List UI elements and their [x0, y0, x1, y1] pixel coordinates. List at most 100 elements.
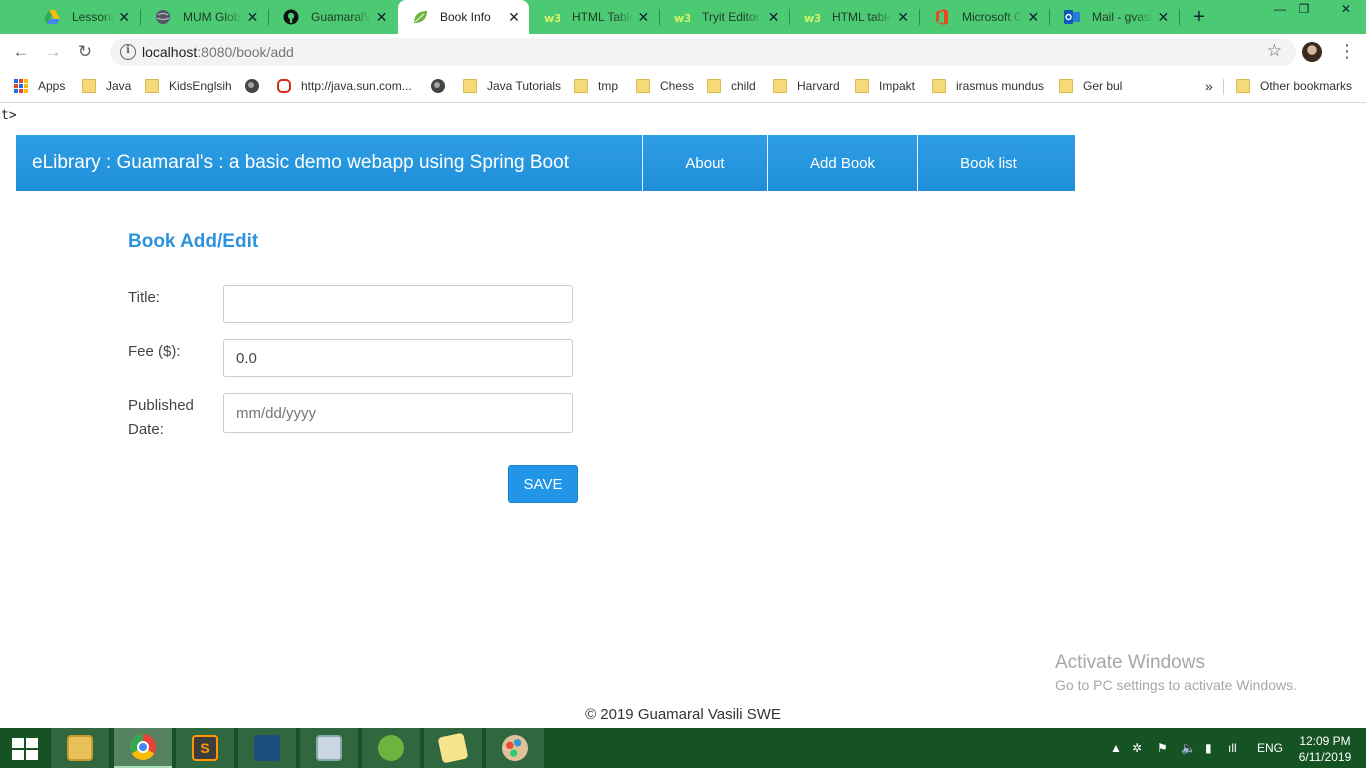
taskbar-sticky-notes[interactable]	[424, 728, 482, 768]
w3schools-icon: w3	[544, 9, 560, 25]
browser-menu-icon[interactable]: ⋮	[1338, 42, 1356, 62]
clock-date: 6/11/2019	[1298, 750, 1352, 764]
close-icon[interactable]: ✕	[1027, 10, 1040, 24]
new-tab-button[interactable]: +	[1189, 7, 1209, 27]
tab-html-table-1[interactable]: w3 HTML Table ✕	[530, 0, 658, 34]
bookmarks-divider	[1223, 79, 1224, 95]
chrome-icon	[130, 734, 156, 760]
folder-icon	[855, 79, 869, 93]
profile-avatar[interactable]	[1302, 42, 1322, 62]
bookmark-apps[interactable]: Apps	[14, 77, 65, 95]
close-icon[interactable]: ✕	[896, 10, 910, 24]
site-brand[interactable]: eLibrary : Guamaral's : a basic demo web…	[32, 152, 569, 174]
folder-icon	[636, 79, 650, 93]
restore-button[interactable]: ❐	[1288, 2, 1320, 20]
nav-about[interactable]: About	[642, 135, 767, 191]
site-navbar: eLibrary : Guamaral's : a basic demo web…	[16, 135, 1075, 191]
bookmark-star-icon[interactable]: ☆	[1267, 41, 1282, 61]
close-icon[interactable]: ✕	[767, 10, 780, 24]
page-footer: © 2019 Guamaral Vasili SWE	[585, 706, 781, 723]
bookmark-globe-2[interactable]	[431, 77, 455, 95]
svg-text:w3: w3	[804, 12, 820, 23]
taskbar-performance-monitor[interactable]	[300, 728, 358, 768]
title-input[interactable]	[223, 285, 573, 323]
spring-tool-suite-icon	[378, 735, 404, 761]
close-icon[interactable]: ✕	[246, 10, 259, 24]
taskbar-paint[interactable]	[486, 728, 544, 768]
close-icon[interactable]: ✕	[375, 10, 388, 24]
network-security-icon[interactable]: ✲	[1132, 728, 1142, 768]
bookmark-other[interactable]: Other bookmarks	[1236, 77, 1352, 95]
volume-icon[interactable]: 🔈	[1181, 728, 1196, 768]
globe-icon	[431, 79, 445, 93]
reload-icon[interactable]: ↻	[74, 42, 96, 62]
nav-book-list[interactable]: Book list	[917, 135, 1059, 191]
apps-grid-icon	[14, 79, 28, 93]
bookmark-java[interactable]: Java	[82, 77, 131, 95]
windows-start-icon[interactable]	[12, 738, 38, 760]
tab-html-table-2[interactable]: w3 HTML table ✕	[790, 0, 918, 34]
site-info-icon[interactable]: i	[120, 44, 136, 60]
taskbar-clock[interactable]: 12:09 PM 6/11/2019	[1290, 733, 1360, 765]
bookmarks-overflow-button[interactable]: »	[1205, 77, 1213, 95]
activate-windows-subtitle: Go to PC settings to activate Windows.	[1055, 677, 1297, 693]
notification-flag-icon[interactable]: ⚑	[1157, 728, 1168, 768]
close-icon[interactable]: ✕	[118, 10, 130, 24]
google-drive-icon	[44, 9, 60, 25]
tab-mum-global[interactable]: MUM Globa ✕	[141, 0, 267, 34]
signal-icon[interactable]: ıll	[1228, 728, 1237, 768]
address-bar[interactable]: i localhost:8080/book/add ☆	[110, 38, 1296, 66]
forward-icon[interactable]: →	[42, 42, 64, 62]
bookmark-java-tutorials[interactable]: Java Tutorials	[463, 77, 561, 95]
tab-divider	[1179, 9, 1180, 25]
bookmark-harvard[interactable]: Harvard	[773, 77, 840, 95]
folder-icon	[145, 79, 159, 93]
close-icon[interactable]: ✕	[637, 10, 650, 24]
bookmark-java-sun[interactable]: http://java.sun.com...	[277, 77, 412, 95]
bookmark-irasmus-mundus[interactable]: irasmus mundus	[932, 77, 1044, 95]
nav-add-book[interactable]: Add Book	[767, 135, 917, 191]
tab-lesson8[interactable]: Lesson8-Thy ✕	[30, 0, 138, 34]
save-button[interactable]: SAVE	[508, 465, 578, 503]
browser-toolbar: ← → ↻ i localhost:8080/book/add ☆ ⋮	[0, 34, 1366, 70]
taskbar-file-explorer[interactable]	[51, 728, 109, 768]
battery-icon[interactable]: ▮	[1205, 728, 1212, 768]
tab-tryit-editor[interactable]: w3 Tryit Editor v ✕	[660, 0, 788, 34]
file-explorer-icon	[67, 735, 93, 761]
bookmark-ger-bul[interactable]: Ger bul	[1059, 77, 1122, 95]
tab-book-info[interactable]: Book Info ✕	[398, 0, 529, 34]
bookmark-impakt[interactable]: Impakt	[855, 77, 915, 95]
bookmark-label: KidsEnglsih	[169, 79, 232, 93]
bookmark-chess[interactable]: Chess	[636, 77, 694, 95]
tab-microsoft-office[interactable]: Microsoft Of ✕	[920, 0, 1048, 34]
bookmark-label: tmp	[598, 79, 619, 93]
taskbar-chrome[interactable]	[114, 728, 172, 768]
close-icon[interactable]: ✕	[507, 10, 521, 24]
close-window-button[interactable]: ✕	[1330, 2, 1362, 20]
office-icon	[934, 9, 950, 25]
tray-overflow-icon[interactable]: ▲	[1110, 728, 1122, 768]
bookmark-tmp[interactable]: tmp	[574, 77, 618, 95]
github-icon	[283, 9, 299, 25]
tab-label: MUM Globa	[183, 10, 243, 24]
taskbar-sublime-text[interactable]: S	[176, 728, 234, 768]
published-date-input[interactable]	[223, 393, 573, 433]
bookmark-label: Java Tutorials	[487, 79, 562, 93]
bookmark-globe-1[interactable]	[245, 77, 269, 95]
folder-icon	[574, 79, 588, 93]
published-date-label: Published Date:	[128, 394, 194, 442]
bookmark-child[interactable]: child	[707, 77, 756, 95]
back-icon[interactable]: ←	[10, 42, 32, 62]
url-text[interactable]: localhost:8080/book/add	[142, 44, 294, 60]
tab-github[interactable]: GuamaralVa ✕	[269, 0, 396, 34]
tab-mail[interactable]: Mail - gvasil ✕	[1050, 0, 1178, 34]
close-icon[interactable]: ✕	[1157, 10, 1170, 24]
language-indicator[interactable]: ENG	[1257, 728, 1283, 768]
fee-input[interactable]	[223, 339, 573, 377]
taskbar-mysql-workbench[interactable]	[238, 728, 296, 768]
svg-text:w3: w3	[674, 12, 690, 23]
bookmark-kidsenglsih[interactable]: KidsEnglsih	[145, 77, 232, 95]
taskbar-spring-tool-suite[interactable]	[362, 728, 420, 768]
oracle-icon	[277, 79, 291, 93]
folder-icon	[1236, 79, 1250, 93]
